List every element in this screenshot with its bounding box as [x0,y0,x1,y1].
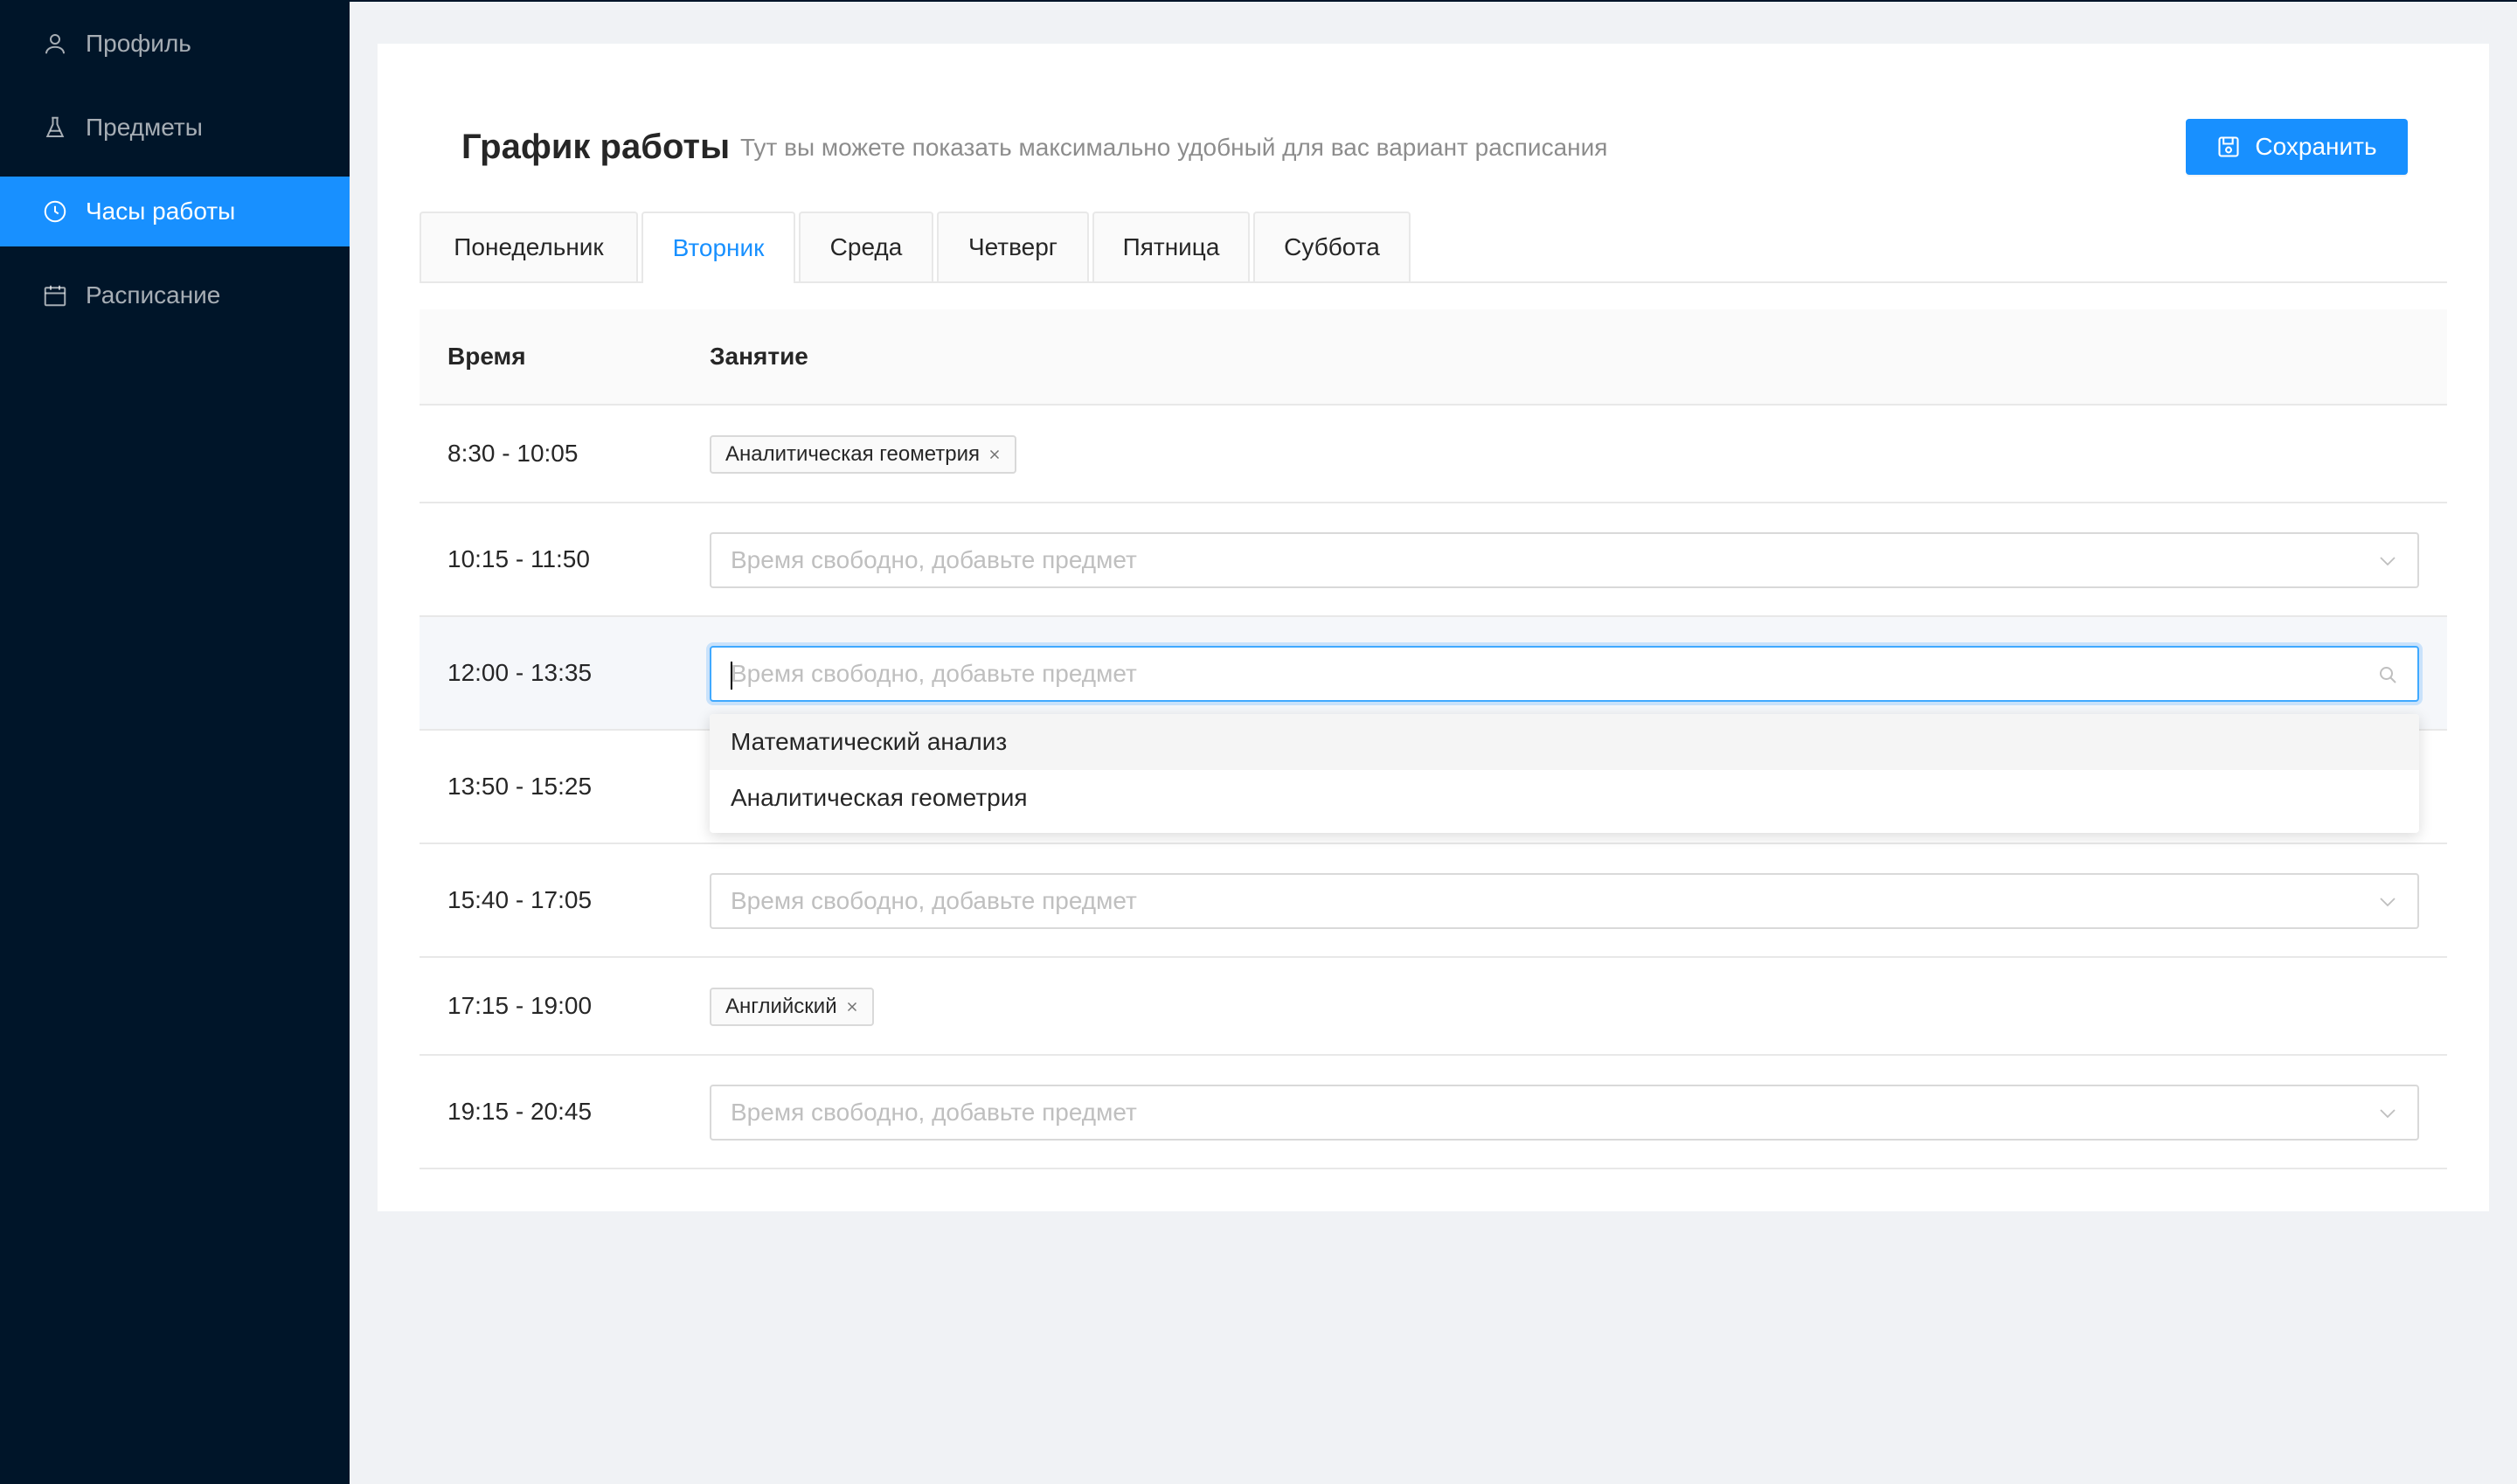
subject-select[interactable]: Время свободно, добавьте предмет [710,532,2419,588]
sidebar: Профиль Предметы Часы работы Расписание [0,0,350,1484]
time-slot: 8:30 - 10:05 [447,440,579,467]
subject-tag: Аналитическая геометрия [710,435,1017,474]
dropdown-option[interactable]: Математический анализ [710,714,2419,770]
close-icon[interactable] [844,999,860,1015]
subject-tag-label: Аналитическая геометрия [725,442,981,466]
sidebar-item-label: Часы работы [86,198,236,225]
sidebar-item-profile[interactable]: Профиль [0,9,350,79]
save-button-label: Сохранить [2255,133,2377,160]
select-placeholder: Время свободно, добавьте предмет [731,660,1137,687]
time-slot: 19:15 - 20:45 [447,1098,593,1125]
subject-tag: Английский [710,988,874,1026]
subject-search-input[interactable]: Время свободно, добавьте предмет [710,646,2419,702]
select-placeholder: Время свободно, добавьте предмет [731,1099,1137,1126]
save-icon [2216,135,2241,159]
clock-icon [42,198,68,225]
tab-monday[interactable]: Понедельник [420,212,638,281]
table-header: Время Занятие [420,309,2447,406]
sidebar-item-label: Профиль [86,30,191,57]
close-icon[interactable] [987,447,1002,462]
dropdown-option[interactable]: Аналитическая геометрия [710,770,2419,826]
top-border [0,0,2517,2]
select-placeholder: Время свободно, добавьте предмет [731,546,1137,573]
page-title: График работы [461,128,731,166]
sidebar-item-subjects[interactable]: Предметы [0,93,350,163]
tab-tuesday[interactable]: Вторник [641,212,795,283]
column-header-subject: Занятие [710,343,808,370]
day-tabs: Понедельник Вторник Среда Четверг Пятниц… [420,212,2447,283]
flask-icon [42,114,68,141]
time-slot: 15:40 - 17:05 [447,886,593,913]
tab-friday[interactable]: Пятница [1092,212,1250,281]
chevron-down-icon [2377,891,2398,912]
subject-tag-label: Английский [725,995,837,1018]
save-button[interactable]: Сохранить [2186,119,2408,175]
column-header-time: Время [447,343,526,370]
table-row: 19:15 - 20:45 Время свободно, добавьте п… [420,1056,2447,1169]
search-icon [2377,663,2398,684]
table-row: 15:40 - 17:05 Время свободно, добавьте п… [420,844,2447,958]
chevron-down-icon [2377,1102,2398,1123]
tab-thursday[interactable]: Четверг [937,212,1089,281]
table-row: 17:15 - 19:00 Английский [420,958,2447,1056]
time-slot: 10:15 - 11:50 [447,545,590,572]
select-placeholder: Время свободно, добавьте предмет [731,887,1137,914]
calendar-icon [42,282,68,309]
time-slot: 17:15 - 19:00 [447,992,593,1019]
main-card: График работы Тут вы можете показать мак… [378,44,2489,1211]
tab-saturday[interactable]: Суббота [1253,212,1411,281]
table-row: 10:15 - 11:50 Время свободно, добавьте п… [420,503,2447,617]
time-slot: 13:50 - 15:25 [447,773,593,800]
sidebar-item-label: Расписание [86,281,221,309]
text-caret [731,662,732,690]
subject-select[interactable]: Время свободно, добавьте предмет [710,1085,2419,1141]
tab-wednesday[interactable]: Среда [799,212,933,281]
time-slot: 12:00 - 13:35 [447,659,593,686]
subject-dropdown: Математический анализ Аналитическая геом… [710,714,2419,833]
sidebar-item-label: Предметы [86,114,203,141]
page-subtitle: Тут вы можете показать максимально удобн… [740,134,1608,161]
sidebar-item-schedule[interactable]: Расписание [0,260,350,330]
subject-select[interactable]: Время свободно, добавьте предмет [710,873,2419,929]
table-row: 8:30 - 10:05 Аналитическая геометрия [420,406,2447,503]
user-icon [42,31,68,57]
chevron-down-icon [2377,550,2398,571]
sidebar-item-working-hours[interactable]: Часы работы [0,177,350,246]
